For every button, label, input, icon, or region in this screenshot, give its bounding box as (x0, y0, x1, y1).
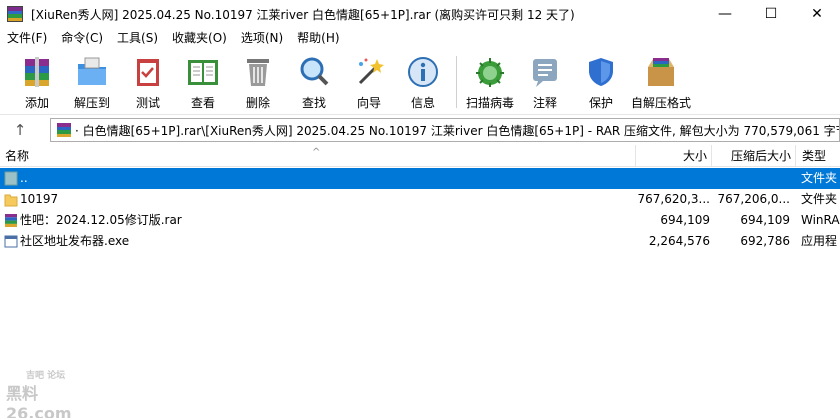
sfx-button[interactable]: 自解压格式 (629, 48, 693, 114)
file-packed-size: 767,206,0... (717, 192, 790, 206)
watermark-main-text: 黑料26.com (6, 384, 72, 418)
add-button[interactable]: 添加 (10, 48, 64, 114)
file-size (636, 168, 710, 189)
menu-tools[interactable]: 工具(S) (110, 28, 165, 48)
address-bar: ↑ · 白色情趣[65+1P].rar\[XiuRen秀人网] 2025.04.… (0, 114, 840, 144)
minimize-button[interactable]: — (702, 0, 748, 28)
column-type[interactable]: 类型 (796, 145, 840, 167)
comment-button[interactable]: 注释 (517, 48, 573, 114)
menu-commands[interactable]: 命令(C) (54, 28, 110, 48)
delete-label: 删除 (245, 96, 270, 110)
protect-button[interactable]: 保护 (573, 48, 629, 114)
file-packed-size (716, 168, 790, 189)
winrar-app-icon[interactable] (7, 6, 23, 22)
file-list-header: 名称 ^ 大小 压缩后大小 类型 (0, 145, 840, 167)
menu-options[interactable]: 选项(N) (234, 28, 290, 48)
parent-folder-icon (4, 171, 18, 186)
find-button[interactable]: 查找 (286, 48, 342, 114)
file-row-rar[interactable]: 性吧：2024.12.05修订版.rar 694,109 694,109 Win… (0, 210, 840, 231)
rar-archive-icon (57, 123, 71, 137)
wizard-button[interactable]: 向导 (342, 48, 396, 114)
file-row-folder[interactable]: 10197 767,620,3... 767,206,0... 文件夹 (0, 189, 840, 210)
column-name[interactable]: 名称 ^ (0, 145, 636, 167)
wizard-wand-icon (351, 54, 387, 90)
file-size: 767,620,3... (637, 192, 710, 206)
file-type: 应用程 (801, 234, 838, 248)
comment-icon (527, 54, 563, 90)
window-title: [XiuRen秀人网] 2025.04.25 No.10197 江莱river … (31, 7, 575, 22)
info-label: 信息 (410, 96, 435, 110)
wizard-label: 向导 (356, 96, 381, 110)
column-packed-size[interactable]: 压缩后大小 (712, 145, 796, 167)
comment-label: 注释 (532, 96, 557, 110)
exe-file-icon (4, 235, 18, 248)
test-clipboard-icon (130, 54, 166, 90)
trash-icon (240, 54, 276, 90)
file-row-parent[interactable]: .. 文件夹 (0, 168, 840, 189)
file-name: 10197 (20, 192, 59, 206)
up-arrow-icon[interactable]: ↑ (0, 121, 40, 139)
menu-help[interactable]: 帮助(H) (290, 28, 346, 48)
view-button[interactable]: 查看 (176, 48, 230, 114)
menu-bar: 文件(F) 命令(C) 工具(S) 收藏夹(O) 选项(N) 帮助(H) (0, 28, 840, 48)
extract-to-label: 解压到 (73, 96, 110, 110)
protect-label: 保护 (588, 96, 613, 110)
menu-favorites[interactable]: 收藏夹(O) (165, 28, 234, 48)
file-type: 文件夹 (801, 192, 838, 206)
file-name: 性吧：2024.12.05修订版.rar (20, 213, 182, 227)
extract-folder-icon (74, 54, 110, 90)
column-name-label: 名称 (5, 149, 30, 163)
file-row-exe[interactable]: 社区地址发布器.exe 2,264,576 692,786 应用程 (0, 231, 840, 252)
test-label: 测试 (135, 96, 160, 110)
test-button[interactable]: 测试 (120, 48, 176, 114)
view-label: 查看 (190, 96, 215, 110)
file-name: .. (20, 171, 28, 185)
virus-scan-button[interactable]: 扫描病毒 (463, 48, 517, 114)
sfx-box-icon (643, 54, 679, 90)
sfx-label: 自解压格式 (630, 96, 691, 110)
add-label: 添加 (24, 96, 49, 110)
virus-scan-icon (472, 54, 508, 90)
virus-scan-label: 扫描病毒 (465, 96, 514, 110)
toolbar-separator (456, 56, 457, 108)
info-button[interactable]: 信息 (396, 48, 450, 114)
file-type: 文件夹 (801, 171, 838, 185)
file-name: 社区地址发布器.exe (20, 234, 130, 248)
address-path-field[interactable]: · 白色情趣[65+1P].rar\[XiuRen秀人网] 2025.04.25… (50, 118, 840, 142)
info-icon (405, 54, 441, 90)
close-button[interactable]: ✕ (794, 0, 840, 28)
delete-button[interactable]: 删除 (230, 48, 286, 114)
maximize-button[interactable]: ☐ (748, 0, 794, 28)
toolbar: 添加 解压到 测试 查看 删除 查找 向导 信息 扫描病毒 注释 保护 自解压格… (0, 48, 840, 114)
menu-file[interactable]: 文件(F) (0, 28, 54, 48)
file-list: .. 文件夹 10197 767,620,3... 767,206,0... 文… (0, 168, 840, 252)
add-archive-icon (19, 54, 55, 90)
window-controls: — ☐ ✕ (702, 0, 840, 28)
file-packed-size: 694,109 (740, 213, 790, 227)
column-size[interactable]: 大小 (636, 145, 712, 167)
view-book-icon (185, 54, 221, 90)
file-type: WinRA (801, 213, 840, 227)
title-bar: [XiuRen秀人网] 2025.04.25 No.10197 江莱river … (0, 0, 840, 28)
extract-to-button[interactable]: 解压到 (64, 48, 120, 114)
site-watermark: 吉吧 论坛 黑料26.com (6, 368, 96, 418)
folder-icon (4, 194, 18, 207)
find-label: 查找 (301, 96, 326, 110)
shield-icon (583, 54, 619, 90)
file-size: 694,109 (660, 213, 710, 227)
file-packed-size: 692,786 (740, 234, 790, 248)
address-path-text: · 白色情趣[65+1P].rar\[XiuRen秀人网] 2025.04.25… (75, 123, 840, 138)
sort-ascending-icon: ^ (312, 147, 321, 158)
magnifier-icon (296, 54, 332, 90)
file-size: 2,264,576 (648, 234, 710, 248)
rar-file-icon (5, 214, 17, 227)
